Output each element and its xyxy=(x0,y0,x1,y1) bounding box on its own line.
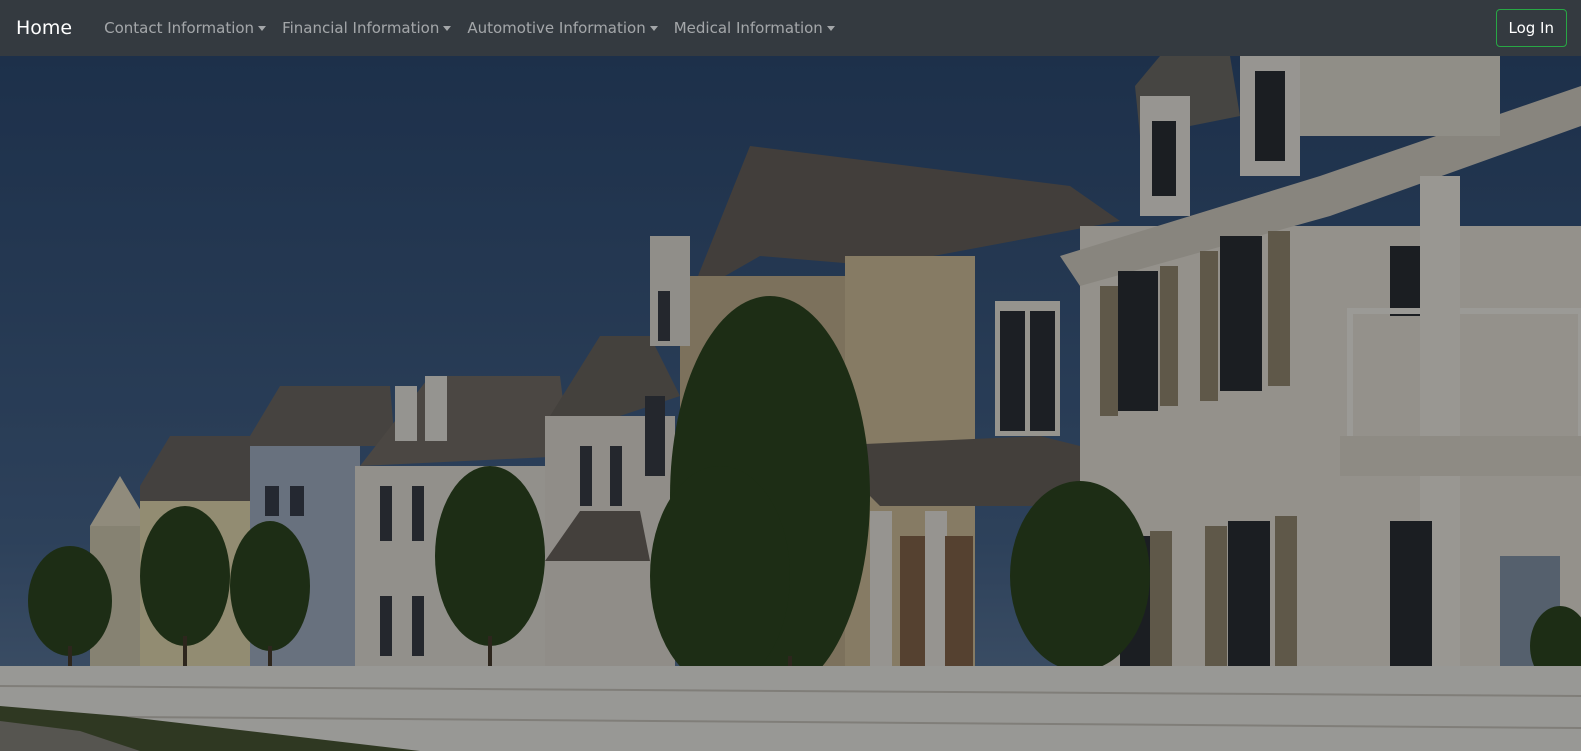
nav-item-label: Automotive Information xyxy=(467,19,646,37)
login-button[interactable]: Log In xyxy=(1495,9,1567,47)
caret-down-icon xyxy=(649,25,658,31)
nav-menu: Contact Information Financial Informatio… xyxy=(96,19,1495,37)
home-link[interactable]: Home xyxy=(16,17,72,39)
nav-item-label: Medical Information xyxy=(673,19,823,37)
nav-dropdown-automotive-information[interactable]: Automotive Information xyxy=(459,19,665,37)
top-navbar: Home Contact Information Financial Infor… xyxy=(0,0,1581,56)
caret-down-icon xyxy=(826,25,835,31)
houses-illustration xyxy=(0,56,1581,751)
hero-background-image xyxy=(0,56,1581,751)
nav-dropdown-contact-information[interactable]: Contact Information xyxy=(96,19,274,37)
nav-item-label: Financial Information xyxy=(282,19,440,37)
nav-item-label: Contact Information xyxy=(104,19,255,37)
nav-dropdown-financial-information[interactable]: Financial Information xyxy=(274,19,459,37)
caret-down-icon xyxy=(258,25,267,31)
nav-dropdown-medical-information[interactable]: Medical Information xyxy=(666,19,843,37)
caret-down-icon xyxy=(443,25,452,31)
